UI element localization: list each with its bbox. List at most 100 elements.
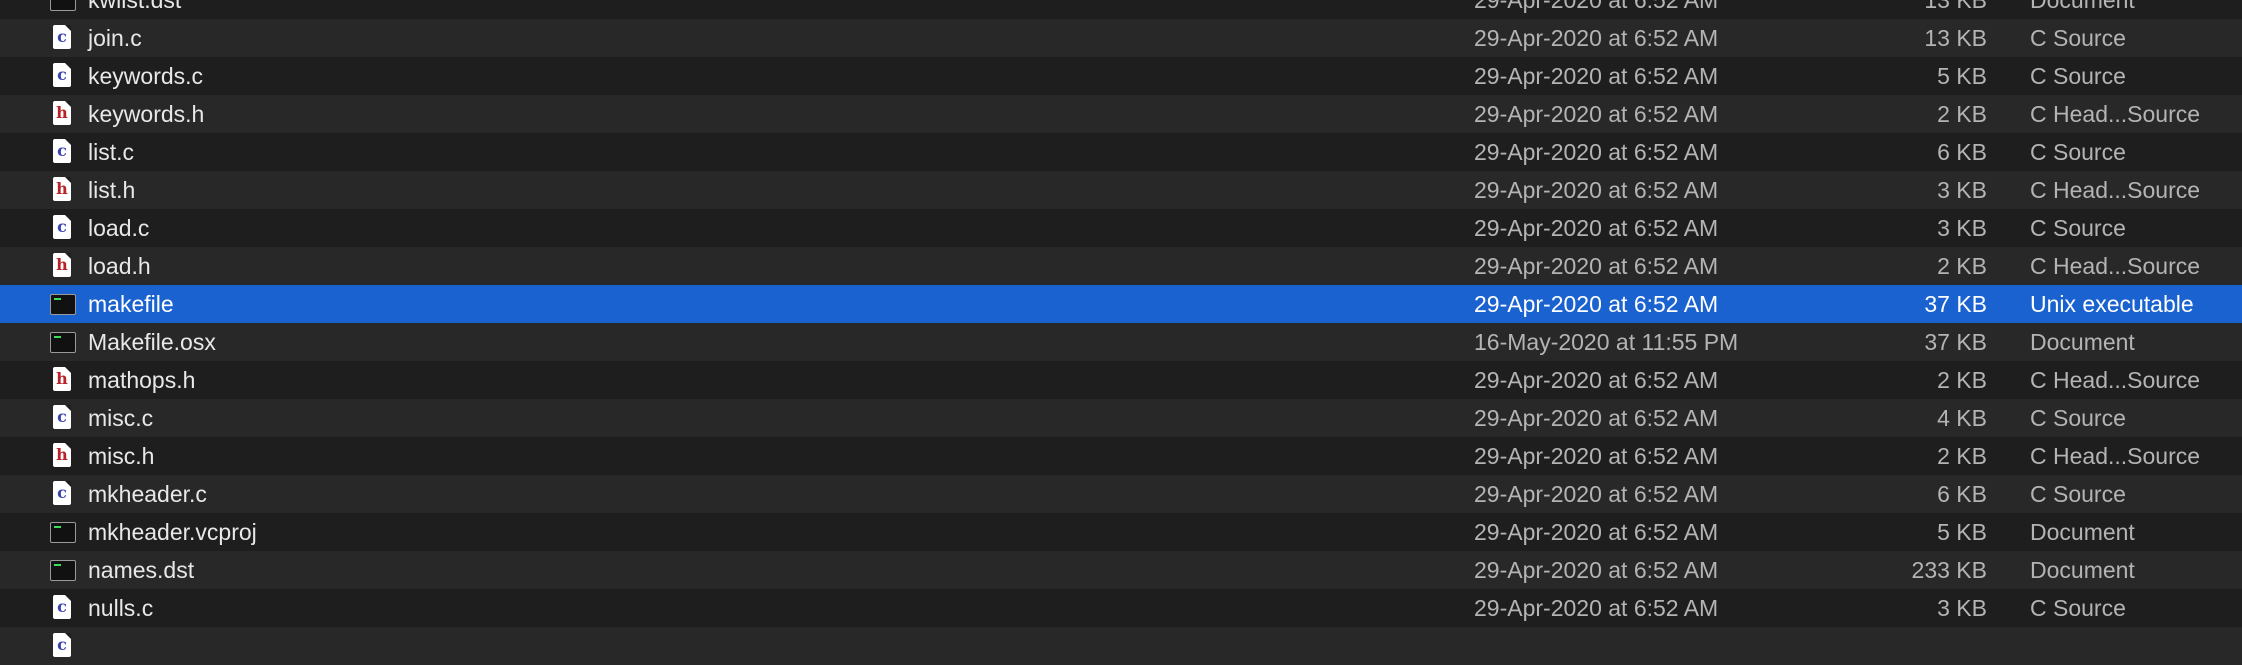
file-name: keywords.h — [88, 101, 205, 127]
file-size: 5 KB — [1937, 519, 1987, 545]
file-date-modified: 29-Apr-2020 at 6:52 AM — [1474, 443, 1719, 469]
file-kind: C Head...Source — [2030, 101, 2201, 127]
file-name: load.c — [88, 215, 150, 241]
file-name: mkheader.vcproj — [88, 519, 257, 545]
file-row[interactable]: c nulls.c 29-Apr-2020 at 6:52 AM 3 KB C Sour… — [0, 589, 2242, 627]
file-name: names.dst — [88, 557, 195, 583]
file-name: list.h — [88, 177, 136, 203]
c-header-icon: h — [53, 101, 71, 125]
file-row[interactable]: c join.c 29-Apr-2020 at 6:52 AM 13 KB C Sour… — [0, 19, 2242, 57]
file-row[interactable]: c — [0, 627, 2242, 665]
file-size: 3 KB — [1937, 595, 1987, 621]
file-date-modified: 29-Apr-2020 at 6:52 AM — [1474, 367, 1719, 393]
terminal-executable-icon — [50, 294, 76, 315]
file-name: keywords.c — [88, 63, 204, 89]
file-kind: Document — [2030, 557, 2135, 583]
file-kind: C Source — [2030, 25, 2126, 51]
c-source-icon: c — [53, 405, 71, 429]
file-row[interactable]: c misc.c 29-Apr-2020 at 6:52 AM 4 KB C Sourc… — [0, 399, 2242, 437]
file-date-modified: 29-Apr-2020 at 6:52 AM — [1474, 253, 1719, 279]
file-size: 37 KB — [1924, 329, 1987, 355]
file-icon-cell — [50, 323, 76, 361]
file-icon-cell: c — [50, 57, 76, 95]
file-icon-cell: c — [50, 133, 76, 171]
file-kind: C Source — [2030, 215, 2126, 241]
file-date-modified: 29-Apr-2020 at 6:52 AM — [1474, 405, 1719, 431]
file-date-modified: 29-Apr-2020 at 6:52 AM — [1474, 595, 1719, 621]
file-list: kwlist.dst 29-Apr-2020 at 6:52 AM 13 KB Doc… — [0, 0, 2242, 665]
file-date-modified: 29-Apr-2020 at 6:52 AM — [1474, 519, 1719, 545]
file-date-modified: 29-Apr-2020 at 6:52 AM — [1474, 291, 1719, 317]
file-date-modified: 29-Apr-2020 at 6:52 AM — [1474, 25, 1719, 51]
file-icon-cell: h — [50, 171, 76, 209]
file-kind: C Head...Source — [2030, 443, 2201, 469]
file-icon-cell — [50, 551, 76, 589]
file-icon-cell: c — [50, 399, 76, 437]
file-size: 5 KB — [1937, 63, 1987, 89]
file-name: load.h — [88, 253, 151, 279]
terminal-document-icon — [50, 560, 76, 581]
file-kind: Unix executable — [2030, 291, 2194, 317]
file-icon-cell: c — [50, 209, 76, 247]
file-name: misc.c — [88, 405, 154, 431]
file-icon-cell: c — [50, 627, 76, 665]
file-size: 4 KB — [1937, 405, 1987, 431]
file-kind: C Source — [2030, 481, 2126, 507]
file-size: 2 KB — [1937, 443, 1987, 469]
file-name: misc.h — [88, 443, 155, 469]
file-row[interactable]: h list.h 29-Apr-2020 at 6:52 AM 3 KB C Head.… — [0, 171, 2242, 209]
file-row[interactable]: mkheader.vcproj 29-Apr-2020 at 6:52 AM 5 K… — [0, 513, 2242, 551]
file-name: mathops.h — [88, 367, 196, 393]
file-icon-cell — [50, 285, 76, 323]
file-icon-cell: h — [50, 361, 76, 399]
file-kind: Document — [2030, 519, 2135, 545]
file-date-modified: 16-May-2020 at 11:55 PM — [1474, 329, 1739, 355]
file-name: kwlist.dst — [88, 0, 182, 13]
file-date-modified: 29-Apr-2020 at 6:52 AM — [1474, 177, 1719, 203]
file-row[interactable]: c load.c 29-Apr-2020 at 6:52 AM 3 KB C Sourc… — [0, 209, 2242, 247]
file-kind: C Head...Source — [2030, 253, 2201, 279]
file-icon-cell: c — [50, 19, 76, 57]
file-date-modified: 29-Apr-2020 at 6:52 AM — [1474, 481, 1719, 507]
c-header-icon: h — [53, 253, 71, 277]
file-kind: C Head...Source — [2030, 177, 2201, 203]
file-size: 2 KB — [1937, 367, 1987, 393]
file-row[interactable]: h misc.h 29-Apr-2020 at 6:52 AM 2 KB C Head.… — [0, 437, 2242, 475]
file-size: 37 KB — [1924, 291, 1987, 317]
file-size: 2 KB — [1937, 101, 1987, 127]
file-icon-cell: c — [50, 475, 76, 513]
c-source-icon: c — [53, 633, 71, 657]
file-row[interactable]: c list.c 29-Apr-2020 at 6:52 AM 6 KB C Sourc… — [0, 133, 2242, 171]
file-kind: C Head...Source — [2030, 367, 2201, 393]
file-kind: Document — [2030, 329, 2135, 355]
file-row[interactable]: c keywords.c 29-Apr-2020 at 6:52 AM 5 KB C S… — [0, 57, 2242, 95]
terminal-document-icon — [50, 522, 76, 543]
file-icon-cell — [50, 0, 76, 19]
file-size: 3 KB — [1937, 215, 1987, 241]
file-size: 6 KB — [1937, 139, 1987, 165]
file-row[interactable]: h load.h 29-Apr-2020 at 6:52 AM 2 KB C Head.… — [0, 247, 2242, 285]
file-date-modified: 29-Apr-2020 at 6:52 AM — [1474, 0, 1719, 13]
file-row[interactable]: kwlist.dst 29-Apr-2020 at 6:52 AM 13 KB Doc… — [0, 0, 2242, 19]
c-source-icon: c — [53, 25, 71, 49]
c-source-icon: c — [53, 595, 71, 619]
file-row[interactable]: h mathops.h 29-Apr-2020 at 6:52 AM 2 KB C He… — [0, 361, 2242, 399]
file-row[interactable]: h keywords.h 29-Apr-2020 at 6:52 AM 2 KB C H… — [0, 95, 2242, 133]
file-row[interactable]: Makefile.osx 16-May-2020 at 11:55 PM 37 KB… — [0, 323, 2242, 361]
file-name: Makefile.osx — [88, 329, 216, 355]
file-name: nulls.c — [88, 595, 154, 621]
file-size: 2 KB — [1937, 253, 1987, 279]
file-row-selected[interactable]: makefile 29-Apr-2020 at 6:52 AM 37 KB Unix … — [0, 285, 2242, 323]
c-header-icon: h — [53, 443, 71, 467]
file-icon-cell: c — [50, 589, 76, 627]
file-kind: C Source — [2030, 405, 2126, 431]
file-size: 13 KB — [1924, 0, 1987, 13]
file-row[interactable]: c mkheader.c 29-Apr-2020 at 6:52 AM 6 KB C S… — [0, 475, 2242, 513]
file-name: mkheader.c — [88, 481, 207, 507]
c-header-icon: h — [53, 177, 71, 201]
file-row[interactable]: names.dst 29-Apr-2020 at 6:52 AM 233 KB Doc… — [0, 551, 2242, 589]
file-icon-cell: h — [50, 95, 76, 133]
file-kind: Document — [2030, 0, 2135, 13]
file-size: 233 KB — [1911, 557, 1987, 583]
file-name: makefile — [88, 291, 174, 317]
